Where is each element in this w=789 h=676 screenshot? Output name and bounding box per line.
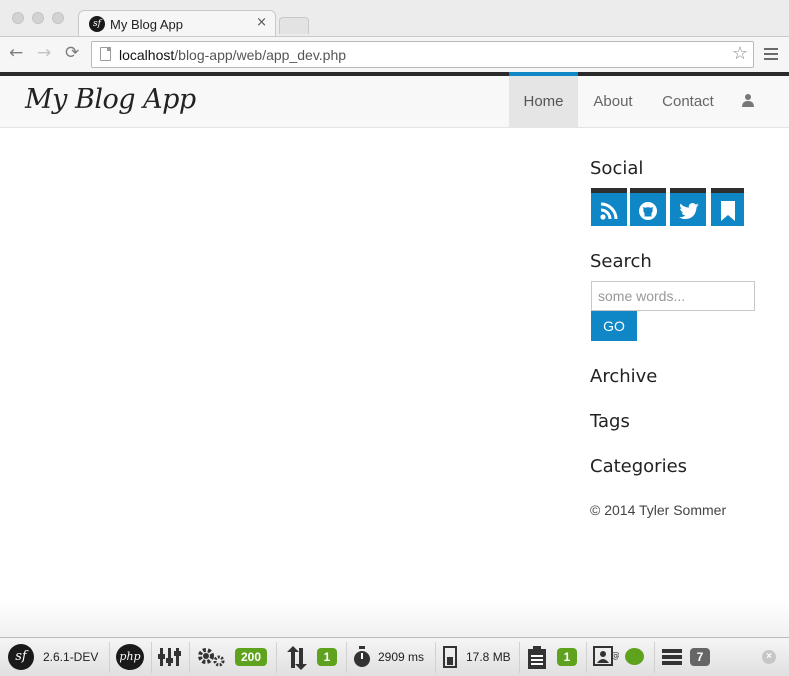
toolbar-separator — [654, 642, 655, 673]
security-status-bubble-icon[interactable] — [625, 648, 644, 665]
site-brand[interactable]: My Blog App — [25, 84, 196, 115]
php-logo-icon[interactable]: php — [116, 644, 144, 670]
symfony-version[interactable]: 2.6.1-DEV — [43, 650, 98, 664]
memory-icon[interactable] — [443, 646, 457, 668]
database-icon[interactable] — [661, 646, 683, 668]
toolbar-separator — [109, 642, 110, 673]
request-time[interactable]: 2909 ms — [378, 650, 424, 664]
window-zoom-button[interactable] — [52, 12, 64, 24]
ajax-count-badge[interactable]: 1 — [317, 648, 337, 666]
security-user-icon[interactable]: @ — [593, 646, 619, 668]
toolbar-separator — [189, 642, 190, 673]
reload-icon[interactable]: ⟳ — [65, 43, 79, 63]
user-icon[interactable] — [742, 94, 754, 108]
toolbar-separator — [276, 642, 277, 673]
site-navbar: My Blog App Home About Contact — [0, 72, 789, 128]
bookmark-icon — [721, 201, 735, 221]
status-code-badge[interactable]: 200 — [235, 648, 267, 666]
rss-button[interactable] — [591, 188, 627, 226]
social-heading: Social — [590, 158, 644, 179]
browser-tab[interactable]: sf My Blog App × — [78, 10, 276, 37]
back-icon[interactable]: ← — [9, 43, 23, 63]
browser-menu-icon[interactable] — [764, 48, 778, 60]
toolbar-shadow — [0, 600, 789, 638]
logs-clipboard-icon[interactable] — [527, 646, 547, 670]
address-bar[interactable]: localhost/blog-app/web/app_dev.php ☆ — [91, 41, 754, 68]
bookmark-star-icon[interactable]: ☆ — [732, 43, 748, 64]
memory-usage[interactable]: 17.8 MB — [466, 650, 511, 664]
tags-heading: Tags — [590, 411, 630, 432]
toolbar-separator — [519, 642, 520, 673]
toolbar-close-icon[interactable]: × — [762, 650, 776, 664]
nav-item-home[interactable]: Home — [509, 72, 578, 127]
search-input[interactable] — [591, 281, 755, 311]
copyright-footer: © 2014 Tyler Sommer — [590, 502, 727, 518]
url-path: /blog-app/web/app_dev.php — [174, 47, 347, 63]
toolbar-separator — [586, 642, 587, 673]
twitter-icon — [679, 203, 699, 219]
toolbar-separator — [346, 642, 347, 673]
symfony-logo-icon[interactable]: sf — [8, 644, 34, 670]
db-query-count-badge[interactable]: 7 — [690, 648, 710, 666]
svg-text:@: @ — [611, 651, 619, 661]
request-gears-icon[interactable] — [197, 646, 227, 668]
browser-chrome: sf My Blog App × ← → ⟳ localhost/blog-ap… — [0, 0, 789, 72]
url-text[interactable]: localhost/blog-app/web/app_dev.php — [119, 47, 346, 63]
log-count-badge[interactable]: 1 — [557, 648, 577, 666]
window-minimize-button[interactable] — [32, 12, 44, 24]
ajax-arrows-icon[interactable] — [285, 646, 309, 670]
github-icon — [639, 202, 657, 220]
twitter-button[interactable] — [670, 188, 706, 226]
browser-toolbar: ← → ⟳ localhost/blog-app/web/app_dev.php… — [0, 36, 789, 72]
toolbar-separator — [435, 642, 436, 673]
page-icon — [100, 47, 111, 61]
new-tab-button[interactable] — [279, 17, 309, 34]
rss-icon — [600, 202, 618, 220]
toolbar-separator — [151, 642, 152, 673]
github-button[interactable] — [630, 188, 666, 226]
tab-title: My Blog App — [110, 17, 183, 32]
stopwatch-icon[interactable] — [352, 646, 372, 668]
window-close-button[interactable] — [12, 12, 24, 24]
bookmark-button[interactable] — [711, 188, 744, 226]
tab-close-icon[interactable]: × — [256, 15, 267, 30]
search-heading: Search — [590, 251, 652, 272]
categories-heading: Categories — [590, 456, 688, 477]
nav-item-about[interactable]: About — [580, 76, 646, 127]
archive-heading: Archive — [590, 366, 658, 387]
url-host: localhost — [119, 47, 175, 63]
tab-strip: sf My Blog App × — [0, 0, 789, 37]
symfony-debug-toolbar: sf 2.6.1-DEV php 200 1 2909 ms 17.8 MB 1 — [0, 637, 789, 676]
nav-item-contact[interactable]: Contact — [650, 76, 726, 127]
config-sliders-icon[interactable] — [158, 646, 182, 668]
forward-icon[interactable]: → — [37, 43, 51, 63]
search-go-button[interactable]: GO — [591, 311, 637, 341]
symfony-favicon-icon: sf — [89, 16, 105, 32]
